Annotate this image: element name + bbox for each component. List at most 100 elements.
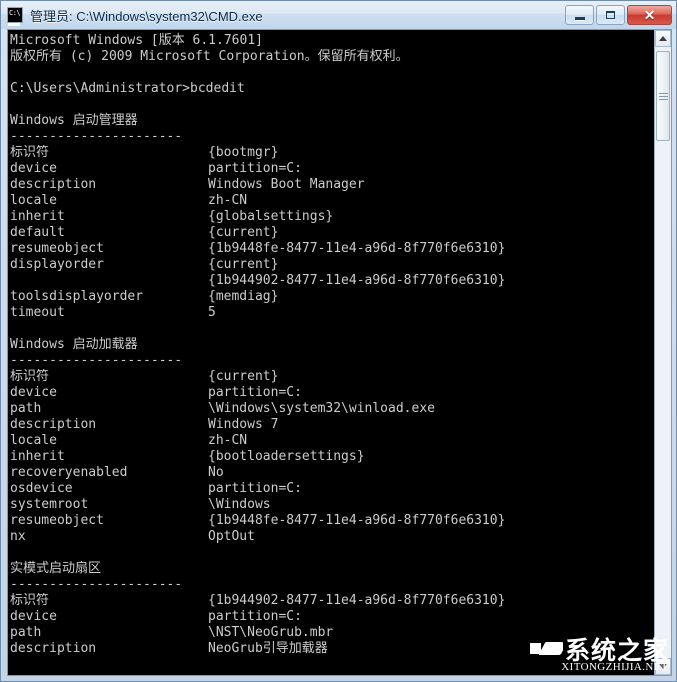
property-value: NeoGrub引导加载器 [208, 641, 328, 656]
console-property-row: systemroot \Windows [10, 497, 654, 513]
console-text-line: ---------------------- [10, 353, 183, 368]
property-key: description [10, 641, 97, 656]
property-key: inherit [10, 449, 65, 464]
property-value: partition=C: [208, 481, 302, 496]
property-value: \Windows\system32\winload.exe [208, 401, 435, 416]
property-value: {1b944902-8477-11e4-a96d-8f770f6e6310} [208, 273, 506, 288]
property-key: locale [10, 193, 57, 208]
console-text-line: Microsoft Windows [版本 6.1.7601] [10, 33, 263, 48]
property-key [10, 273, 208, 289]
property-value: \NST\NeoGrub.mbr [208, 625, 334, 640]
property-key: resumeobject [10, 513, 104, 528]
property-value: \Windows [208, 497, 271, 512]
console-property-row: recoveryenabled No [10, 465, 654, 481]
chevron-up-icon [659, 36, 667, 41]
property-key: default [10, 225, 65, 240]
minimize-icon [574, 16, 585, 20]
property-value: zh-CN [208, 193, 248, 208]
property-value: {bootmgr} [208, 145, 279, 160]
chevron-down-icon [659, 664, 667, 669]
console-property-row: {1b944902-8477-11e4-a96d-8f770f6e6310} [10, 273, 654, 289]
console-text-line: Windows 启动管理器 [10, 113, 138, 128]
vertical-scrollbar[interactable] [654, 30, 671, 675]
property-value: {bootloadersettings} [208, 449, 365, 464]
property-value: {current} [208, 225, 279, 240]
console-property-row: osdevice partition=C: [10, 481, 654, 497]
property-key: toolsdisplayorder [10, 289, 144, 304]
grip-icon [658, 91, 668, 102]
console-property-row: inherit {globalsettings} [10, 209, 654, 225]
property-value: partition=C: [208, 385, 302, 400]
property-key: 标识符 [10, 369, 50, 384]
console-output[interactable]: Microsoft Windows [版本 6.1.7601] 版权所有 (c) … [8, 30, 654, 675]
console-property-row: 标识符 {1b944902-8477-11e4-a96d-8f770f6e6310… [10, 593, 654, 609]
property-value: {globalsettings} [208, 209, 334, 224]
property-key: path [10, 625, 42, 640]
client-area: Microsoft Windows [版本 6.1.7601] 版权所有 (c) … [7, 29, 672, 676]
property-key: timeout [10, 305, 65, 320]
title-bar[interactable]: C:\ 管理员: C:\Windows\system32\CMD.exe ✕ [1, 1, 676, 29]
property-key: device [10, 385, 57, 400]
scroll-up-button[interactable] [655, 30, 671, 47]
console-property-row: locale zh-CN [10, 433, 654, 449]
console-property-row: default {current} [10, 225, 654, 241]
property-value: {1b944902-8477-11e4-a96d-8f770f6e6310} [208, 593, 506, 608]
property-key: device [10, 161, 57, 176]
console-text-line: ---------------------- [10, 129, 183, 144]
property-value: 5 [208, 305, 216, 320]
console-text-line: C:\Users\Administrator>bcdedit [10, 81, 245, 96]
property-value: partition=C: [208, 161, 302, 176]
console-text-line: 版权所有 (c) 2009 Microsoft Corporation。保留所有… [10, 49, 409, 64]
close-button[interactable]: ✕ [627, 5, 672, 25]
scrollbar-thumb[interactable] [656, 51, 670, 141]
console-property-row: description Windows Boot Manager [10, 177, 654, 193]
console-property-row: toolsdisplayorder {memdiag} [10, 289, 654, 305]
console-property-row: nx OptOut [10, 529, 654, 545]
property-value: {1b9448fe-8477-11e4-a96d-8f770f6e6310} [208, 513, 506, 528]
property-key: resumeobject [10, 241, 104, 256]
property-value: Windows Boot Manager [208, 177, 365, 192]
console-property-row: device partition=C: [10, 161, 654, 177]
maximize-button[interactable] [596, 5, 625, 25]
scroll-down-button[interactable] [655, 658, 671, 675]
cmd-icon[interactable]: C:\ [7, 7, 23, 26]
close-icon: ✕ [643, 7, 656, 23]
console-property-row: 标识符 {bootmgr} [10, 145, 654, 161]
console-property-row: path \Windows\system32\winload.exe [10, 401, 654, 417]
console-property-row: displayorder {current} [10, 257, 654, 273]
window-title: 管理员: C:\Windows\system32\CMD.exe [30, 8, 263, 24]
console-property-row: locale zh-CN [10, 193, 654, 209]
console-property-row: path \NST\NeoGrub.mbr [10, 625, 654, 641]
property-key: inherit [10, 209, 65, 224]
property-key: 标识符 [10, 593, 50, 608]
console-property-row: 标识符 {current} [10, 369, 654, 385]
maximize-icon [606, 11, 615, 19]
console-property-row: device partition=C: [10, 609, 654, 625]
console-text-line: 实模式启动扇区 [10, 561, 102, 576]
console-property-row: inherit {bootloadersettings} [10, 449, 654, 465]
scrollbar-track[interactable] [655, 47, 671, 658]
property-value: zh-CN [208, 433, 248, 448]
console-property-row: description Windows 7 [10, 417, 654, 433]
window-controls: ✕ [565, 5, 672, 25]
cmd-icon-glyph: C:\ [9, 8, 21, 17]
console-text-line: ---------------------- [10, 577, 183, 592]
minimize-button[interactable] [565, 5, 594, 25]
property-value: {current} [208, 257, 279, 272]
property-key: displayorder [10, 257, 104, 272]
property-key: systemroot [10, 497, 89, 512]
console-property-row: device partition=C: [10, 385, 654, 401]
property-value: {1b9448fe-8477-11e4-a96d-8f770f6e6310} [208, 241, 506, 256]
property-key: path [10, 401, 42, 416]
property-key: 标识符 [10, 145, 50, 160]
property-key: nx [10, 529, 26, 544]
property-key: description [10, 417, 97, 432]
property-key: osdevice [10, 481, 73, 496]
property-key: recoveryenabled [10, 465, 128, 480]
property-value: {current} [208, 369, 279, 384]
command-prompt-window: C:\ 管理员: C:\Windows\system32\CMD.exe ✕ M… [0, 0, 677, 682]
property-key: description [10, 177, 97, 192]
